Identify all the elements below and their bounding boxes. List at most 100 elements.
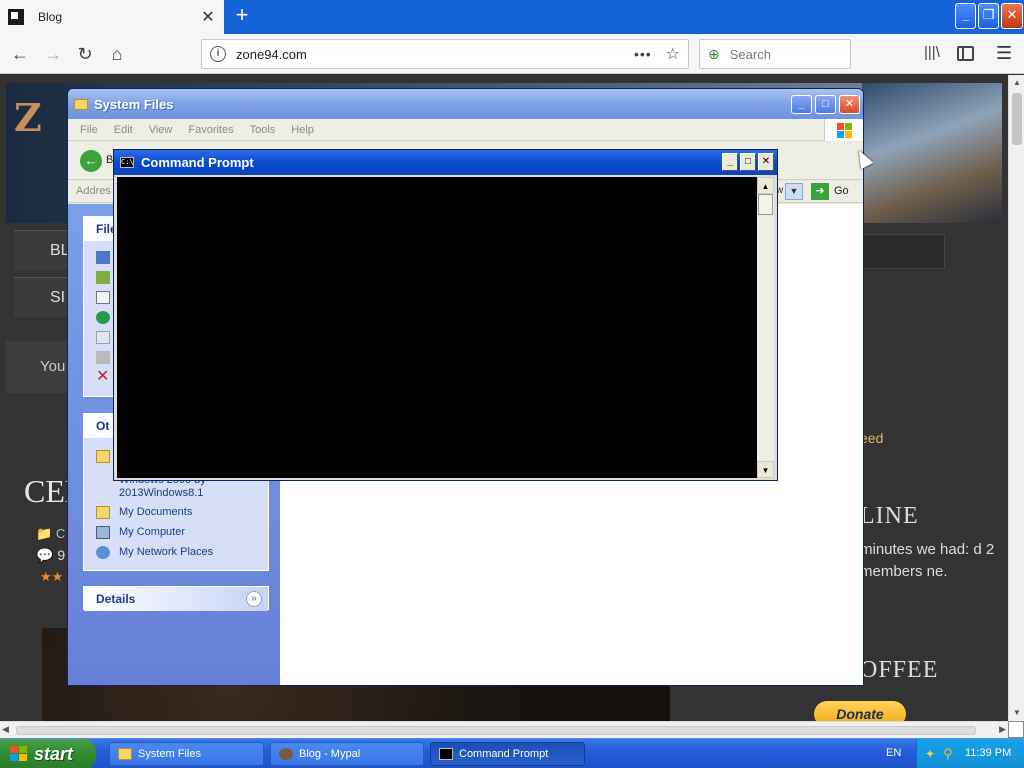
clock[interactable]: 11:39 PM [965,747,1011,759]
donate-button[interactable]: Donate [814,701,906,721]
cmd-maximize-button[interactable]: □ [740,153,756,171]
command-prompt-window[interactable]: C:\ Command Prompt _ □ ✕ ▲ ▼ [113,149,778,481]
library-icon[interactable]: |||\ [924,44,940,61]
cmd-scroll-thumb[interactable] [758,194,773,215]
explorer-back-icon[interactable]: ← [80,150,102,172]
hamburger-menu-icon[interactable]: ☰ [996,43,1012,64]
menu-edit[interactable]: Edit [114,124,133,136]
online-text: minutes we had: d 2 members ne. [860,541,995,580]
back-arrow-icon[interactable]: ← [8,42,32,66]
site-nav-si[interactable]: SI [14,277,74,317]
site-logo[interactable]: Z [14,95,42,140]
windows-logo-icon [10,746,28,762]
network-tray-icon[interactable]: ✦ [925,747,939,761]
tab-title: Blog [38,10,63,24]
place-my-computer[interactable]: My Computer [119,526,185,538]
go-arrow-icon[interactable]: ➔ [811,183,829,200]
my-network-places-icon[interactable] [96,546,110,559]
cmd-scroll-up-icon[interactable]: ▲ [757,177,774,194]
browser-minimize-button[interactable]: _ [955,3,976,29]
cmd-title-bar[interactable]: C:\ Command Prompt [114,150,777,175]
explorer-close-button[interactable]: ✕ [839,95,860,114]
system-tray: ✦ ⚲ 11:39 PM [916,739,1024,768]
page-actions-icon[interactable]: ••• [634,46,652,62]
taskbar-item-command-prompt[interactable]: Command Prompt [430,742,585,766]
taskbar-item-label: System Files [138,748,201,760]
cmd-vertical-scrollbar[interactable]: ▲ ▼ [757,177,774,478]
windows-flag-icon [824,119,863,141]
place-my-network[interactable]: My Network Places [119,546,213,558]
scrollbar-corner [1008,721,1024,738]
sidebar-toggle-icon[interactable] [957,46,974,61]
scroll-right-arrow-icon[interactable]: ▶ [999,724,1006,735]
post-comments-count: 9 [57,547,66,563]
search-tray-icon[interactable]: ⚲ [943,746,957,761]
post-category-text: C [55,526,66,541]
delete-icon[interactable]: ✕ [96,369,110,385]
cmd-close-button[interactable]: ✕ [758,153,774,171]
copy-icon[interactable] [96,291,110,304]
print-icon[interactable] [96,351,110,364]
mypal-browser-icon [279,748,293,760]
taskbar-item-label: Command Prompt [459,748,549,760]
address-bar[interactable]: i zone94.com ••• ☆ [201,39,689,69]
my-documents-icon[interactable] [96,506,110,519]
reload-icon[interactable]: ↻ [73,42,97,66]
site-info-icon[interactable]: i [210,46,226,62]
language-indicator[interactable]: EN [886,747,901,759]
new-tab-button[interactable]: + [230,4,254,28]
scroll-up-arrow-icon[interactable]: ▲ [1009,75,1024,91]
scroll-thumb[interactable] [1012,93,1022,145]
details-header[interactable]: Details [84,587,268,611]
expand-chevron-icon[interactable]: » [246,591,262,607]
browser-restore-button[interactable]: ❐ [978,3,999,29]
search-placeholder: Search [729,46,771,62]
details-panel[interactable]: Details » [83,586,269,611]
rename-icon[interactable] [96,251,110,264]
email-icon[interactable] [96,331,110,344]
scroll-down-arrow-icon[interactable]: ▼ [1009,705,1024,721]
menu-help[interactable]: Help [291,124,314,136]
search-input[interactable]: ⊕ Search [699,39,851,69]
place-my-documents[interactable]: My Documents [119,506,192,518]
folder-place-icon[interactable] [96,450,110,463]
folder-icon [118,748,132,760]
explorer-minimize-button[interactable]: _ [791,95,812,114]
menu-tools[interactable]: Tools [250,124,276,136]
menu-view[interactable]: View [149,124,173,136]
start-label: start [34,743,74,764]
move-icon[interactable] [96,271,110,284]
page-horizontal-scrollbar[interactable]: ◀ ▶ [0,721,1008,738]
cmd-title: Command Prompt [141,155,254,170]
forward-arrow-icon[interactable]: → [41,42,65,66]
address-dropdown-icon[interactable]: ▼ [785,183,803,200]
publish-web-icon[interactable] [96,311,110,324]
taskbar-item-system-files[interactable]: System Files [109,742,264,766]
cmd-minimize-button[interactable]: _ [722,153,738,171]
site-nav-blog[interactable]: BL [14,230,74,270]
explorer-title-bar[interactable]: System Files [68,89,863,119]
tab-close-icon[interactable]: ✕ [200,7,216,27]
cmd-scroll-down-icon[interactable]: ▼ [757,461,774,478]
scroll-left-arrow-icon[interactable]: ◀ [2,724,9,735]
home-icon[interactable]: ⌂ [105,42,129,66]
explorer-maximize-button[interactable]: □ [815,95,836,114]
menu-file[interactable]: File [80,124,98,136]
my-computer-icon[interactable] [96,526,110,539]
folder-icon [74,98,88,110]
explorer-menu-bar: File Edit View Favorites Tools Help [68,119,863,141]
go-button[interactable]: Go [834,185,849,197]
cmd-console-area[interactable] [117,177,757,478]
taskbar-item-blog-mypal[interactable]: Blog - Mypal [270,742,424,766]
browser-navigation-bar: ← → ↻ ⌂ i zone94.com ••• ☆ ⊕ Search |||\… [0,34,1024,74]
post-rating-stars[interactable]: ★★ [40,569,63,585]
browser-tab[interactable]: Blog ✕ [0,0,224,34]
menu-favorites[interactable]: Favorites [188,124,233,136]
browser-close-button[interactable]: ✕ [1001,3,1023,29]
bookmark-star-icon[interactable]: ☆ [666,44,680,64]
site-search-box[interactable] [860,234,945,269]
horizontal-scroll-thumb[interactable] [16,726,976,735]
url-text[interactable]: zone94.com [236,47,634,62]
page-vertical-scrollbar[interactable]: ▲ ▼ [1008,75,1024,721]
start-button[interactable]: start [0,739,96,768]
